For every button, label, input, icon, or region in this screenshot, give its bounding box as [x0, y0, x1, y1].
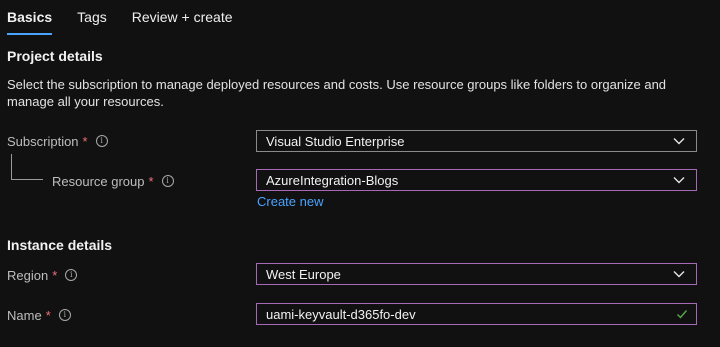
chevron-down-icon — [673, 138, 685, 145]
project-details-description: Select the subscription to manage deploy… — [7, 77, 667, 109]
resource-group-label-row: Resource group * i — [52, 171, 174, 191]
info-icon[interactable]: i — [65, 269, 78, 281]
resource-group-select[interactable]: AzureIntegration-Blogs — [256, 169, 697, 191]
subscription-label-row: Subscription * i — [7, 131, 108, 151]
chevron-down-icon — [673, 177, 685, 184]
instance-details-heading: Instance details — [7, 237, 113, 253]
name-input[interactable]: uami-keyvault-d365fo-dev — [256, 303, 697, 325]
required-marker: * — [82, 133, 88, 149]
info-icon[interactable]: i — [95, 135, 108, 147]
info-icon[interactable]: i — [58, 309, 71, 321]
required-marker: * — [52, 267, 58, 283]
resource-group-value: AzureIntegration-Blogs — [266, 172, 399, 188]
project-details-heading: Project details — [7, 48, 103, 64]
tab-bar: Basics Tags Review + create — [7, 0, 258, 35]
subscription-value: Visual Studio Enterprise — [266, 133, 405, 149]
region-label: Region — [7, 267, 49, 283]
info-icon[interactable]: i — [161, 175, 174, 187]
checkmark-icon — [677, 310, 688, 319]
chevron-down-icon — [673, 271, 685, 278]
region-value: West Europe — [266, 266, 341, 282]
required-marker: * — [148, 173, 154, 189]
region-label-row: Region * i — [7, 265, 78, 285]
tab-basics[interactable]: Basics — [7, 0, 53, 35]
create-new-link[interactable]: Create new — [257, 194, 323, 209]
required-marker: * — [45, 307, 51, 323]
name-label-row: Name * i — [7, 305, 71, 325]
subscription-label: Subscription — [7, 133, 79, 149]
create-identity-form: Basics Tags Review + create Project deta… — [0, 0, 720, 347]
region-select[interactable]: West Europe — [256, 263, 697, 285]
subscription-select[interactable]: Visual Studio Enterprise — [256, 130, 697, 152]
tree-connector — [11, 154, 43, 180]
name-label: Name — [7, 307, 42, 323]
tab-review-create[interactable]: Review + create — [132, 0, 233, 35]
tab-tags[interactable]: Tags — [77, 0, 107, 35]
name-value: uami-keyvault-d365fo-dev — [266, 306, 416, 322]
resource-group-label: Resource group — [52, 173, 145, 189]
